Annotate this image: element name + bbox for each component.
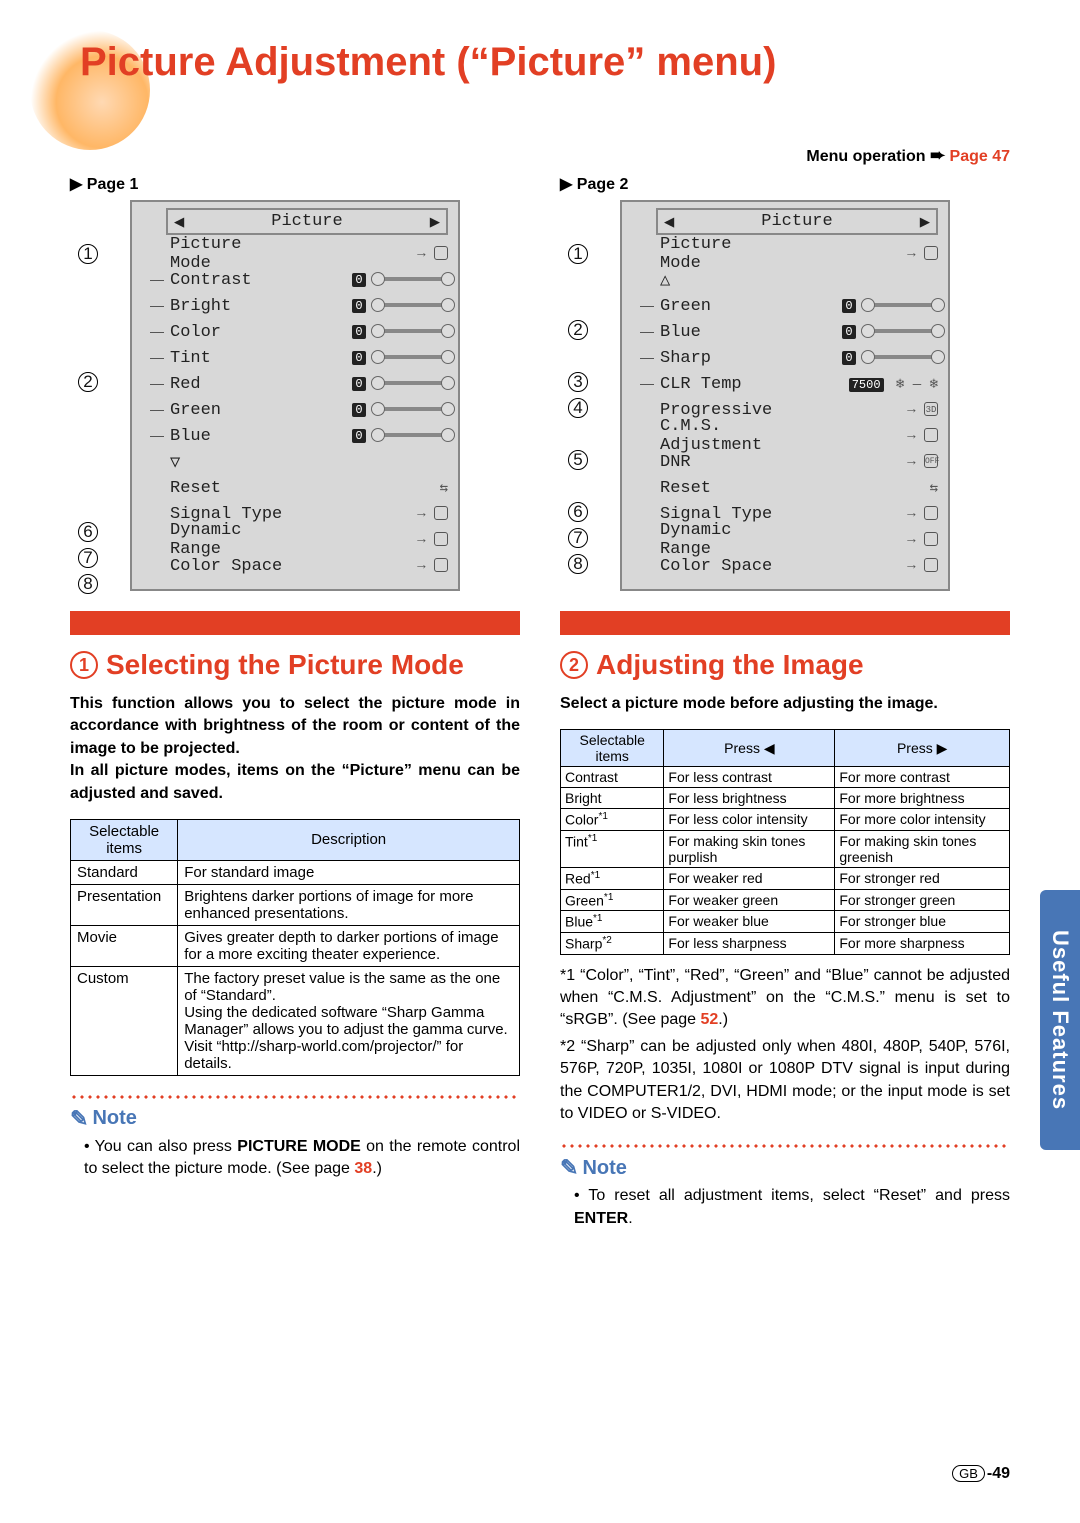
osd-row: Reset⇆ [166,475,448,501]
table-row: Sharp*2For less sharpnessFor more sharpn… [561,933,1010,955]
note-heading: ✎Note [560,1155,1010,1181]
section1-note: You can also press PICTURE MODE on the r… [70,1136,520,1181]
section-bar [70,611,520,635]
section2-note: To reset all adjustment items, select “R… [560,1185,1010,1230]
osd-panel-page1: ◀Picture▶ Picture Mode→ Contrast0 Bright… [130,200,460,591]
callout-labels-right: 1 2 3 4 5 6 7 8 [568,200,620,591]
dot-separator [70,1094,520,1100]
table-row: PresentationBrightens darker portions of… [71,884,520,925]
osd-row: Sharp0 [656,345,938,371]
osd-row: Color0 [166,319,448,345]
page-number: GB-49 [952,1465,1010,1483]
table-row: Green*1For weaker greenFor stronger gree… [561,889,1010,911]
osd-row: Green0 [166,397,448,423]
osd-row: C.M.S. Adjustment→ [656,423,938,449]
callout-labels-left: 1 2 6 7 8 [78,200,130,591]
osd-row: Bright0 [166,293,448,319]
note-icon: ✎ [70,1106,88,1132]
footnotes: *1 “Color”, “Tint”, “Red”, “Green” and “… [560,965,1010,1126]
osd-row: Dynamic Range→ [166,527,448,553]
picture-mode-table: Selectable items Description StandardFor… [70,819,520,1076]
osd-header: ◀Picture▶ [166,208,448,235]
table-row: Red*1For weaker redFor stronger red [561,868,1010,890]
section2-intro: Select a picture mode before adjusting t… [560,693,1010,715]
osd-row: Picture Mode→ [166,241,448,267]
arrow-right-icon: ➨ [930,145,945,165]
section2-heading: 2Adjusting the Image [560,649,1010,681]
page1-label: ▶ Page 1 [70,174,520,194]
section-bar [560,611,1010,635]
note-icon: ✎ [560,1155,578,1181]
table-row: BrightFor less brightnessFor more bright… [561,788,1010,809]
osd-row: Red0 [166,371,448,397]
table-row: Tint*1For making skin tones purplishFor … [561,831,1010,868]
osd-row: Reset⇆ [656,475,938,501]
note-heading: ✎Note [70,1106,520,1132]
osd-header: ◀Picture▶ [656,208,938,235]
adjust-table: Selectable items Press ◀ Press ▶ Contras… [560,729,1010,954]
osd-row: ▽ [166,449,448,475]
osd-row: Blue0 [656,319,938,345]
osd-row: CLR Temp7500 ❄ — ❄ [656,371,938,397]
section1-intro: This function allows you to select the p… [70,693,520,805]
page2-label: ▶ Page 2 [560,174,1010,194]
osd-row: Color Space→ [656,553,938,579]
table-row: StandardFor standard image [71,860,520,884]
osd-row: Green0 [656,293,938,319]
osd-row: Color Space→ [166,553,448,579]
osd-row: DNR→ OFF [656,449,938,475]
table-row: CustomThe factory preset value is the sa… [71,966,520,1075]
table-row: MovieGives greater depth to darker porti… [71,925,520,966]
page-title: Picture Adjustment (“Picture” menu) [80,40,1010,85]
table-row: Blue*1For weaker blueFor stronger blue [561,911,1010,933]
osd-row: Dynamic Range→ [656,527,938,553]
menu-operation-ref: Menu operation ➨ Page 47 [70,145,1010,166]
table-row: ContrastFor less contrastFor more contra… [561,767,1010,788]
osd-row: Contrast0 [166,267,448,293]
osd-row: △ [656,267,938,293]
osd-row: Picture Mode→ [656,241,938,267]
osd-panel-page2: ◀Picture▶ Picture Mode→ △Green0 Blue0 Sh… [620,200,950,591]
section1-heading: 1Selecting the Picture Mode [70,649,520,681]
osd-row: Blue0 [166,423,448,449]
side-tab: Useful Features [1040,890,1080,1150]
table-row: Color*1For less color intensityFor more … [561,809,1010,831]
dot-separator [560,1143,1010,1149]
osd-row: Tint0 [166,345,448,371]
